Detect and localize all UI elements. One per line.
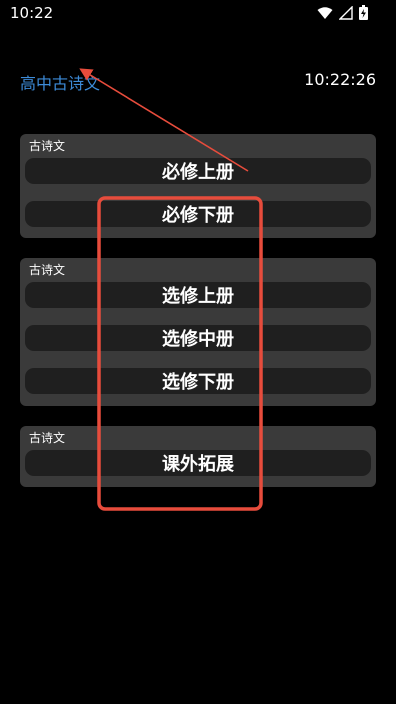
- group-extension: 古诗文 课外拓展: [20, 426, 376, 487]
- group-compulsory: 古诗文 必修上册 必修下册: [20, 134, 376, 238]
- app-title[interactable]: 高中古诗文: [20, 70, 100, 94]
- app-clock: 10:22:26: [304, 70, 376, 89]
- button-elective-vol2[interactable]: 选修中册: [25, 325, 371, 351]
- app-header: 高中古诗文 10:22:26: [0, 60, 396, 100]
- button-compulsory-vol1[interactable]: 必修上册: [25, 158, 371, 184]
- group-elective: 古诗文 选修上册 选修中册 选修下册: [20, 258, 376, 406]
- status-time: 10:22: [10, 4, 54, 22]
- button-elective-vol3[interactable]: 选修下册: [25, 368, 371, 394]
- group-label: 古诗文: [29, 431, 66, 445]
- status-bar: 10:22: [0, 0, 396, 28]
- signal-icon: [338, 5, 353, 24]
- wifi-icon: [317, 5, 333, 24]
- group-label: 古诗文: [29, 139, 66, 153]
- status-icons: [317, 5, 368, 24]
- button-extended-reading[interactable]: 课外拓展: [25, 450, 371, 476]
- button-elective-vol1[interactable]: 选修上册: [25, 282, 371, 308]
- button-compulsory-vol2[interactable]: 必修下册: [25, 201, 371, 227]
- group-label: 古诗文: [29, 263, 66, 277]
- battery-icon: [359, 5, 368, 24]
